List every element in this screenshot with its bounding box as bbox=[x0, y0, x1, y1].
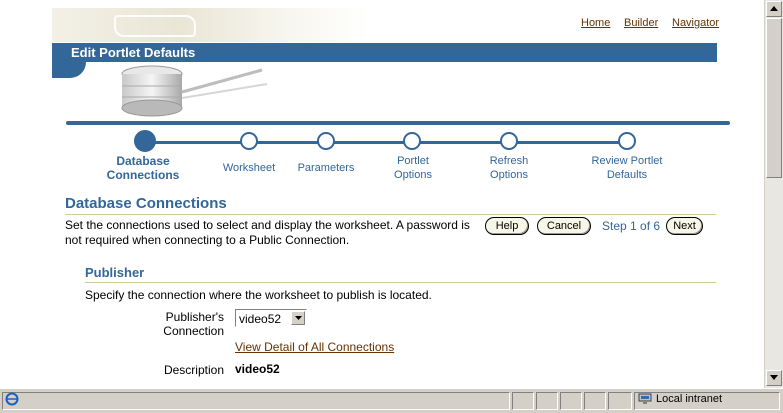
security-zone-label: Local intranet bbox=[656, 393, 723, 405]
home-link[interactable]: Home bbox=[581, 17, 610, 29]
browser-viewport: Home Builder Navigator Edit Portlet Defa… bbox=[0, 0, 764, 388]
train-track bbox=[145, 141, 628, 144]
status-cell-a bbox=[512, 392, 534, 410]
view-connections-link[interactable]: View Detail of All Connections bbox=[235, 340, 394, 354]
scroll-down-button[interactable] bbox=[766, 370, 782, 386]
description-value: video52 bbox=[235, 362, 280, 376]
train-stop-parameters[interactable] bbox=[317, 132, 335, 150]
status-cell-b bbox=[536, 392, 558, 410]
train-stop-database-connections bbox=[134, 130, 156, 152]
publisher-divider bbox=[85, 282, 716, 283]
description-label: Description bbox=[163, 363, 224, 377]
page-icon bbox=[5, 392, 19, 406]
train-label-line1: Portlet bbox=[397, 155, 429, 167]
train-label-line1: Review Portlet bbox=[591, 155, 663, 167]
status-cell-main bbox=[2, 392, 510, 410]
builder-link[interactable]: Builder bbox=[624, 17, 658, 29]
status-cell-c bbox=[560, 392, 582, 410]
publisher-connection-select[interactable]: video52 bbox=[235, 309, 307, 327]
publisher-connection-label: Publisher's Connection bbox=[144, 310, 224, 338]
train-stop-review-defaults[interactable] bbox=[618, 132, 636, 150]
vertical-scrollbar[interactable] bbox=[764, 0, 783, 388]
help-button[interactable]: Help bbox=[485, 217, 529, 235]
chevron-down-icon[interactable] bbox=[291, 311, 305, 325]
train-label-line2: Options bbox=[490, 169, 528, 181]
page-title: Edit Portlet Defaults bbox=[71, 45, 196, 60]
section-title: Database Connections bbox=[65, 195, 227, 212]
train-label-line1: Refresh bbox=[489, 155, 529, 167]
cancel-button[interactable]: Cancel bbox=[537, 217, 591, 235]
brand-logo bbox=[52, 8, 368, 42]
publisher-title: Publisher bbox=[85, 265, 145, 280]
navigator-link[interactable]: Navigator bbox=[672, 17, 719, 29]
train-label-portlet-options[interactable]: Portlet Options bbox=[358, 154, 468, 182]
chevron-down-icon bbox=[770, 375, 778, 380]
train-label-refresh-options[interactable]: Refresh Options bbox=[454, 154, 564, 182]
train-stop-refresh-options[interactable] bbox=[500, 132, 518, 150]
train-label-line2: Defaults bbox=[606, 169, 648, 181]
logo-mark bbox=[114, 15, 196, 37]
scroll-thumb[interactable] bbox=[766, 18, 782, 178]
status-cell-e bbox=[608, 392, 632, 410]
section-instruction: Set the connections used to select and d… bbox=[65, 218, 470, 247]
label-line2: Connection bbox=[163, 324, 224, 338]
train-label-line2: Options bbox=[394, 169, 432, 181]
train-label-line1: Database bbox=[116, 154, 170, 168]
train-label-line2: Connections bbox=[106, 168, 180, 182]
train-label-review-defaults[interactable]: Review Portlet Defaults bbox=[572, 154, 682, 182]
train-label-database-connections: Database Connections bbox=[88, 154, 198, 182]
step-indicator: Step 1 of 6 bbox=[602, 219, 661, 233]
selected-value: video52 bbox=[239, 312, 282, 326]
train-header-rule bbox=[66, 121, 730, 125]
status-cell-d bbox=[584, 392, 606, 410]
label-line1: Publisher's bbox=[165, 310, 224, 324]
database-icon bbox=[121, 65, 268, 117]
next-button[interactable]: Next bbox=[666, 217, 703, 235]
section-divider bbox=[65, 214, 716, 215]
publisher-instruction: Specify the connection where the workshe… bbox=[85, 288, 432, 302]
train-stop-worksheet[interactable] bbox=[240, 132, 258, 150]
title-bar-curve bbox=[52, 62, 86, 78]
chevron-up-icon bbox=[770, 6, 778, 11]
train-stop-portlet-options[interactable] bbox=[403, 132, 421, 150]
intranet-zone-icon bbox=[638, 393, 652, 404]
scroll-up-button[interactable] bbox=[766, 1, 782, 17]
